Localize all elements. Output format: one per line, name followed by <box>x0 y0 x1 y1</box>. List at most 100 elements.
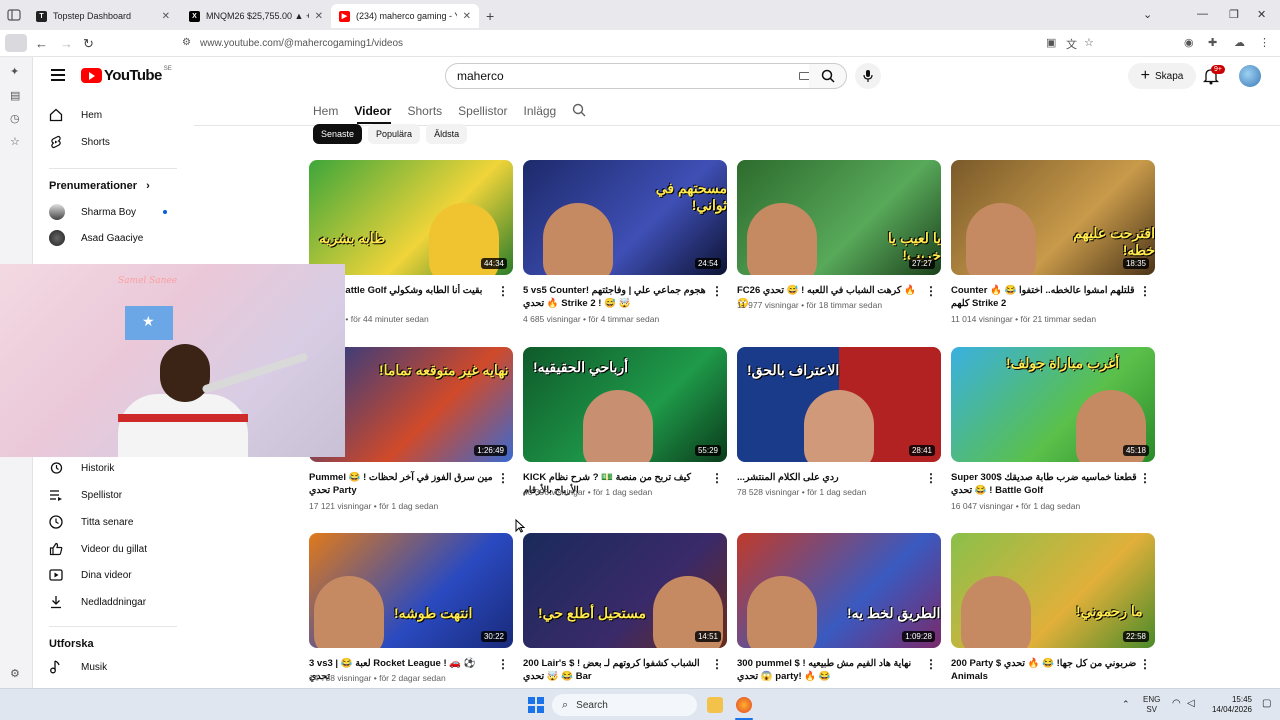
more-options-icon[interactable]: ⋮ <box>711 284 723 298</box>
menu-dots-icon[interactable]: ⋮ <box>1259 36 1270 49</box>
video-title[interactable]: Pummel مين سرق الفوز في آخر لحظات ! 😂 تح… <box>309 471 497 497</box>
url-field[interactable]: ⚙ www.youtube.com/@mahercogaming1/videos <box>178 33 1098 54</box>
sidebar-item-downloads[interactable]: Nedladdningar <box>49 592 146 612</box>
sidebar-sub-asad-gaaciye[interactable]: Asad Gaaciye <box>49 228 143 248</box>
browser-tab-topstep[interactable]: T Topstep Dashboard ✕ <box>28 4 178 28</box>
screen-cast-icon[interactable]: ▣ <box>1046 36 1056 49</box>
video-card[interactable]: ما رحموني! 22:58 200 Party $ ضربوني من ك… <box>951 533 1155 682</box>
video-title[interactable]: 200 Lair's $ الشباب كشفوا كروتهم لـ بعض … <box>523 657 711 683</box>
youtube-logo[interactable]: YouTube SE <box>81 66 172 84</box>
video-card[interactable]: مسحتهم في ثواني! 24:54 5 vs5 Counterهجوم… <box>523 160 727 324</box>
chip-oldest[interactable]: Äldsta <box>426 124 468 144</box>
profile-icon[interactable]: ◉ <box>1184 36 1194 49</box>
sidebar-item-your-videos[interactable]: Dina videor <box>49 565 132 585</box>
video-thumbnail[interactable]: مسحتهم في ثواني! 24:54 <box>523 160 727 275</box>
video-title[interactable]: Counter 🔥 😂 قلتلهم امشوا عالخطه.. اختفوا… <box>951 284 1139 310</box>
create-button[interactable]: + Skapa <box>1128 63 1196 89</box>
close-icon[interactable]: ✕ <box>463 11 471 22</box>
sidebar-item-watch-later[interactable]: Titta senare <box>49 512 133 532</box>
history-icon[interactable]: ◷ <box>10 112 20 125</box>
close-icon[interactable]: ✕ <box>315 11 323 22</box>
sidebar-item-liked-videos[interactable]: Videor du gillat <box>49 539 147 559</box>
video-title[interactable]: 200 Party $ ضربوني من كل جها! 😂 🔥 تحدي A… <box>951 657 1139 683</box>
reload-icon[interactable]: ↻ <box>83 36 94 52</box>
sidebar-sub-sharma-boy[interactable]: Sharma Boy <box>49 202 136 222</box>
more-options-icon[interactable]: ⋮ <box>925 284 937 298</box>
more-options-icon[interactable]: ⋮ <box>497 657 509 671</box>
video-card[interactable]: أرباحي الحقيقيه! 55:29 KICK كيف تربح من … <box>523 347 727 497</box>
more-options-icon[interactable]: ⋮ <box>497 284 509 298</box>
sidebar-item-music[interactable]: Musik <box>49 657 107 677</box>
notification-center-icon[interactable]: ▢ <box>1262 699 1271 709</box>
tab-playlists[interactable]: Spellistor <box>458 104 507 118</box>
site-info-icon[interactable]: ⚙ <box>182 37 191 48</box>
notifications-button[interactable]: 9+ <box>1202 65 1225 85</box>
video-thumbnail[interactable]: اقترحت عليهم خطه! 18:35 <box>951 160 1155 275</box>
close-icon[interactable]: ✕ <box>162 11 170 22</box>
more-options-icon[interactable]: ⋮ <box>711 657 723 671</box>
video-card[interactable]: يا لعيب يا خريب! 27:27 FC26 كرهت الشباب … <box>737 160 941 310</box>
account-avatar[interactable] <box>1239 65 1261 87</box>
settings-gear-icon[interactable]: ⚙ <box>10 667 20 680</box>
video-thumbnail[interactable]: ما رحموني! 22:58 <box>951 533 1155 648</box>
search-input[interactable]: maherco ✕ <box>445 63 846 89</box>
taskbar-clock[interactable]: 15:45 14/04/2026 <box>1206 695 1252 715</box>
video-thumbnail[interactable]: أغرب مباراة جولف! 45:18 <box>951 347 1155 462</box>
sidebar-item-home[interactable]: Hem <box>49 105 102 125</box>
tab-home[interactable]: Hem <box>313 104 338 118</box>
back-icon[interactable]: ← <box>35 36 48 51</box>
more-options-icon[interactable]: ⋮ <box>1139 657 1151 671</box>
volume-icon[interactable]: ◁ <box>1187 699 1195 709</box>
new-tab-icon[interactable]: + <box>486 8 494 24</box>
bookmark-star-icon[interactable]: ☆ <box>1084 36 1094 49</box>
video-thumbnail[interactable]: أرباحي الحقيقيه! 55:29 <box>523 347 727 462</box>
language-indicator[interactable]: ENG SV <box>1143 695 1160 715</box>
more-options-icon[interactable]: ⋮ <box>1139 471 1151 485</box>
more-options-icon[interactable]: ⋮ <box>925 657 937 671</box>
video-card[interactable]: الاعتراف بالحق! 28:41 ...ردي على الكلام … <box>737 347 941 497</box>
sidebar-item-history[interactable]: Historik <box>49 458 114 478</box>
sidebar-toggle-icon[interactable] <box>5 34 27 52</box>
hamburger-menu-icon[interactable] <box>51 69 65 84</box>
video-card[interactable]: انتهت طوشه! 30:22 3 vs3 | 😂 لعبة Rocket … <box>309 533 513 683</box>
tab-actions-icon[interactable] <box>6 7 22 23</box>
chip-popular[interactable]: Populära <box>368 124 421 144</box>
video-card[interactable]: أغرب مباراة جولف! 45:18 Super 300$ قطعنا… <box>951 347 1155 511</box>
search-button[interactable] <box>809 63 847 89</box>
tab-shorts[interactable]: Shorts <box>407 104 442 118</box>
video-card[interactable]: طابه بشريه 44:34 Super Battle Golf بقيت … <box>309 160 513 324</box>
tab-posts[interactable]: Inlägg <box>524 104 557 118</box>
close-window-icon[interactable]: ✕ <box>1257 8 1266 21</box>
video-thumbnail[interactable]: انتهت طوشه! 30:22 <box>309 533 513 648</box>
video-card[interactable]: الطريق لخط يه! 1:09:28 300 pummel $ نهاي… <box>737 533 941 682</box>
tab-search-chevron-icon[interactable]: ⌄ <box>1143 8 1152 21</box>
favorites-icon[interactable]: ☆ <box>10 135 20 148</box>
search-query[interactable]: maherco <box>457 69 799 83</box>
taskbar-search[interactable]: ⌕ Search <box>552 694 697 716</box>
browser-tab-youtube[interactable]: ▶ (234) maherco gaming - YouTube ✕ <box>331 4 479 28</box>
tray-overflow-icon[interactable]: ⌃ <box>1122 699 1130 709</box>
browser-tab-x[interactable]: X MNQM26 $25,755.00 ▲ +0.83% ✕ <box>181 4 331 28</box>
channel-search-icon[interactable] <box>572 103 586 120</box>
subscriptions-heading[interactable]: Prenumerationer › <box>49 180 150 192</box>
tab-videos[interactable]: Videor <box>354 104 391 118</box>
more-options-icon[interactable]: ⋮ <box>925 471 937 485</box>
video-thumbnail[interactable]: طابه بشريه 44:34 <box>309 160 513 275</box>
extensions-icon[interactable]: ✚ <box>1208 36 1217 49</box>
video-card[interactable]: اقترحت عليهم خطه! 18:35 Counter 🔥 😂 قلتل… <box>951 160 1155 324</box>
video-title[interactable]: ...ردي على الكلام المنتشر <box>737 471 925 484</box>
cloud-icon[interactable]: ☁ <box>1234 36 1245 49</box>
video-title[interactable]: 300 pummel $ نهاية هاد الفيم مش طبيعيه !… <box>737 657 925 683</box>
voice-search-button[interactable] <box>855 63 881 89</box>
file-explorer-icon[interactable] <box>707 697 723 713</box>
firefox-icon[interactable] <box>736 697 752 713</box>
sidebar-item-shorts[interactable]: Shorts <box>49 132 110 152</box>
video-title[interactable]: 5 vs5 Counterهجوم جماعي علي | وفاجئتهم !… <box>523 284 711 310</box>
sidebar-item-playlists[interactable]: Spellistor <box>49 485 122 505</box>
video-title[interactable]: Super 300$ قطعنا خماسيه ضرب طابة صديقك !… <box>951 471 1139 497</box>
more-options-icon[interactable]: ⋮ <box>497 471 509 485</box>
translate-icon[interactable]: 文 <box>1066 36 1077 52</box>
windows-start-icon[interactable] <box>528 697 544 713</box>
video-thumbnail[interactable]: الطريق لخط يه! 1:09:28 <box>737 533 941 648</box>
video-card[interactable]: مستحيل أطلع حي! 14:51 200 Lair's $ الشبا… <box>523 533 727 682</box>
